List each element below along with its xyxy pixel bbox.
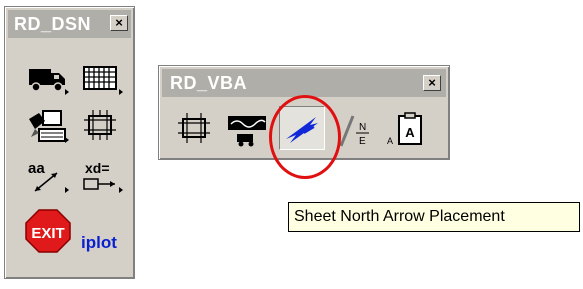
frame-icon — [84, 110, 116, 140]
rd-dsn-close-button[interactable]: × — [110, 15, 128, 31]
exit-label: EXIT — [31, 225, 64, 242]
stop-sign-icon: EXIT — [25, 209, 71, 253]
north-letter: N — [359, 122, 366, 133]
rd-dsn-title: RD_DSN — [14, 14, 92, 34]
text-sample-label: aa — [28, 160, 45, 177]
truck-icon — [29, 69, 65, 92]
tooltip: Sheet North Arrow Placement — [288, 202, 580, 232]
exit-button[interactable]: EXIT — [23, 207, 73, 255]
small-a-label: A — [387, 136, 393, 146]
rd-vba-title-bar[interactable]: RD_VBA — [162, 69, 446, 97]
xd-tool-button[interactable]: xd= — [79, 157, 125, 197]
grid-tool-button[interactable] — [79, 59, 125, 99]
highlight-circle — [269, 95, 341, 179]
profile-icon — [228, 116, 266, 147]
iplot-button[interactable]: iplot — [81, 233, 117, 253]
rd-vba-close-button[interactable]: × — [423, 75, 441, 91]
north-east-icon: N E — [339, 115, 369, 147]
box-a-label: A — [405, 125, 415, 140]
annotation-icon: A A — [387, 112, 422, 146]
xd-icon: xd= — [83, 160, 115, 190]
text-sample-tool-button[interactable]: aa — [25, 157, 71, 197]
frame-icon — [178, 113, 210, 143]
profile-tool-button[interactable] — [225, 110, 271, 150]
frame-tool-button[interactable] — [79, 107, 125, 147]
annotation-tool-button[interactable]: A A — [385, 110, 431, 150]
rd-dsn-toolbar: RD_DSN × aa xd= EXIT iplot — [4, 6, 135, 279]
vba-frame-tool-button[interactable] — [173, 110, 219, 150]
grid-icon — [83, 66, 117, 90]
edit-computer-icon — [29, 110, 66, 142]
xd-label: xd= — [85, 160, 110, 176]
rd-vba-title: RD_VBA — [170, 73, 248, 93]
edit-computer-tool-button[interactable] — [25, 107, 71, 147]
text-sample-icon: aa — [28, 160, 58, 192]
truck-tool-button[interactable] — [25, 59, 71, 99]
north-east-tool-button[interactable]: N E — [335, 110, 381, 150]
east-letter: E — [359, 136, 366, 147]
